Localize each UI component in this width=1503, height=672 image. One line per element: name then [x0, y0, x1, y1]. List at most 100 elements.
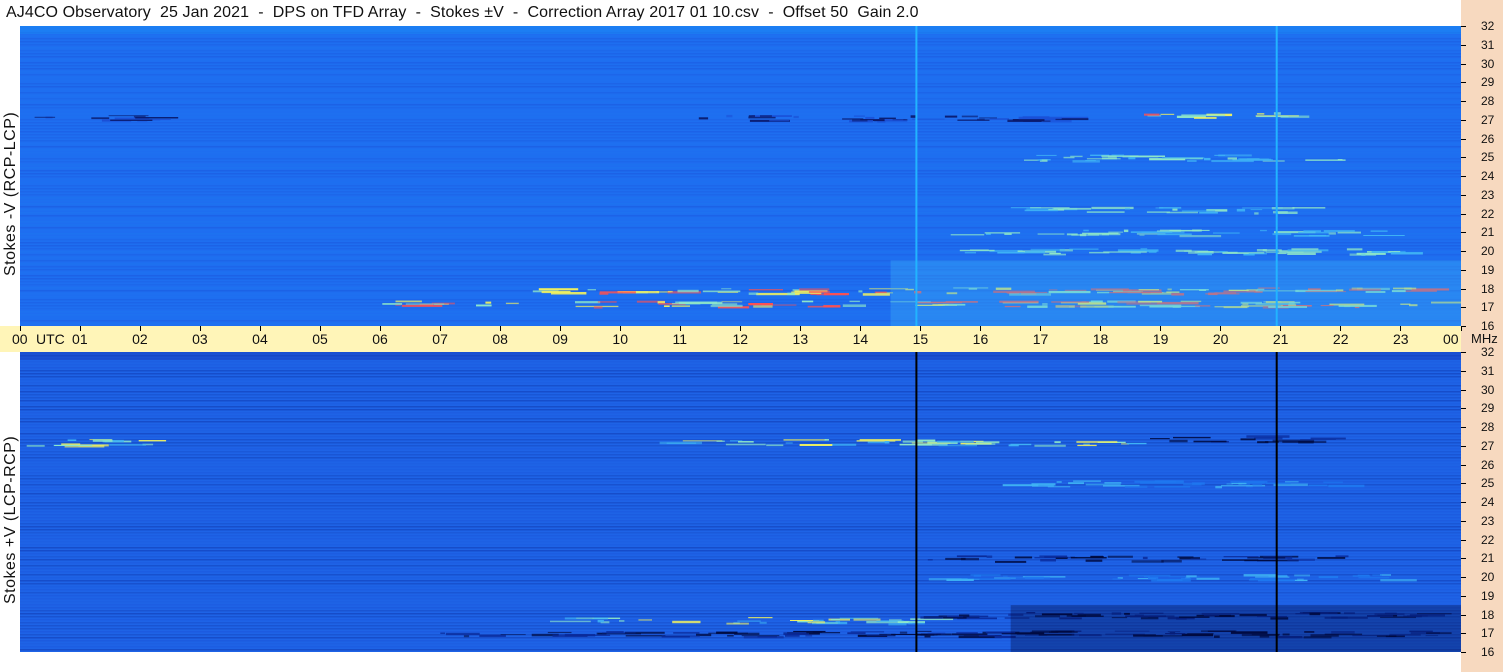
utc-tick-label: 14: [852, 331, 869, 347]
mhz-tick-mark: [1461, 558, 1466, 560]
noise-line: [20, 53, 1461, 55]
noise-line: [20, 185, 1461, 187]
mhz-tick-mark: [1461, 101, 1466, 102]
emission-streak: [1112, 578, 1121, 580]
emission-streak: [1161, 157, 1205, 159]
mhz-tick-mark: [1461, 138, 1466, 140]
mhz-tick-mark: [1461, 157, 1466, 159]
noise-line: [20, 248, 1461, 250]
emission-streak: [965, 443, 996, 445]
noise-line: [20, 388, 1461, 390]
emission-streak: [801, 300, 814, 303]
utc-tick-label: 15: [912, 331, 929, 347]
emission-streak: [1357, 574, 1370, 577]
emission-streak: [54, 444, 93, 446]
noise-line: [20, 490, 1461, 492]
emission-streak: [1073, 480, 1101, 483]
band-edge-shade: [20, 26, 1461, 34]
noise-line: [20, 74, 1461, 76]
mhz-tick-label: 25: [1481, 476, 1495, 491]
emission-streak: [1323, 230, 1355, 232]
mhz-tick-mark: [1461, 26, 1466, 27]
emission-streak: [1372, 574, 1382, 576]
noise-line: [20, 200, 1461, 202]
emission-streak: [1246, 435, 1290, 438]
emission-streak: [853, 115, 865, 117]
emission-streak: [785, 442, 793, 444]
noise-line: [20, 448, 1461, 450]
emission-streak: [1036, 154, 1057, 156]
noise-line: [20, 176, 1461, 178]
emission-streak: [1252, 484, 1263, 486]
noise-line: [20, 221, 1461, 223]
emission-streak: [1086, 211, 1125, 213]
noise-line: [20, 493, 1461, 495]
utc-tick-label: 20: [1212, 331, 1229, 347]
emission-streak: [927, 632, 946, 635]
emission-streak: [1254, 212, 1259, 215]
noise-line: [20, 415, 1461, 417]
emission-streak: [1194, 117, 1217, 119]
emission-streak: [1172, 208, 1178, 211]
emission-streak: [808, 291, 830, 293]
noise-line: [20, 418, 1461, 420]
utc-tick-label: 19: [1152, 331, 1169, 347]
emission-streak: [1318, 576, 1339, 579]
emission-streak: [805, 634, 813, 637]
vertical-marker-line: [1275, 352, 1278, 652]
mhz-tick-mark: [1461, 445, 1466, 447]
emission-streak: [727, 634, 734, 637]
emission-streak: [1159, 206, 1182, 209]
noise-line: [20, 194, 1461, 196]
emission-streak: [593, 306, 603, 309]
mhz-tick-label: 28: [1481, 94, 1495, 108]
emission-streak: [1370, 230, 1388, 232]
emission-streak: [748, 617, 773, 619]
emission-streak: [1291, 248, 1319, 251]
noise-line: [20, 475, 1461, 477]
emission-streak: [1077, 444, 1097, 447]
mhz-tick-label: 18: [1481, 607, 1495, 622]
mhz-tick-label: 21: [1481, 551, 1495, 566]
noise-line: [20, 487, 1461, 489]
emission-streak: [1183, 483, 1202, 486]
noise-line: [20, 397, 1461, 399]
noise-line: [20, 239, 1461, 241]
noise-line: [20, 547, 1461, 549]
noise-line: [20, 146, 1461, 148]
noise-line: [20, 568, 1461, 570]
emission-streak: [625, 635, 666, 637]
emission-streak: [1069, 248, 1099, 250]
noise-line: [20, 505, 1461, 507]
mhz-tick-mark: [1461, 44, 1466, 46]
mhz-tick-label: 32: [1481, 345, 1495, 359]
noise-line: [20, 245, 1461, 247]
emission-streak: [783, 439, 827, 441]
noise-line: [20, 86, 1461, 88]
chart-title: AJ4CO Observatory 25 Jan 2021 - DPS on T…: [6, 4, 919, 21]
emission-streak: [1072, 160, 1100, 163]
noise-line: [20, 595, 1461, 597]
emission-streak: [766, 444, 784, 447]
emission-streak: [1125, 207, 1130, 210]
emission-streak: [587, 289, 596, 291]
noise-line: [20, 134, 1461, 136]
emission-streak: [664, 305, 670, 307]
noise-line: [20, 110, 1461, 112]
emission-streak: [1265, 482, 1291, 485]
emission-streak: [710, 304, 743, 308]
noise-line: [20, 406, 1461, 408]
noise-line: [20, 95, 1461, 97]
noise-line: [20, 218, 1461, 220]
emission-streak: [1012, 119, 1045, 122]
noise-line: [20, 430, 1461, 432]
emission-streak: [1054, 441, 1061, 444]
utc-tick-label: 18: [1092, 331, 1109, 347]
emission-streak: [1076, 440, 1118, 443]
spectrogram-stokes-plus-v: [20, 352, 1461, 652]
noise-line: [20, 457, 1461, 459]
emission-streak: [564, 617, 609, 620]
emission-streak: [1262, 249, 1282, 252]
emission-streak: [916, 630, 932, 632]
emission-streak: [899, 631, 908, 634]
